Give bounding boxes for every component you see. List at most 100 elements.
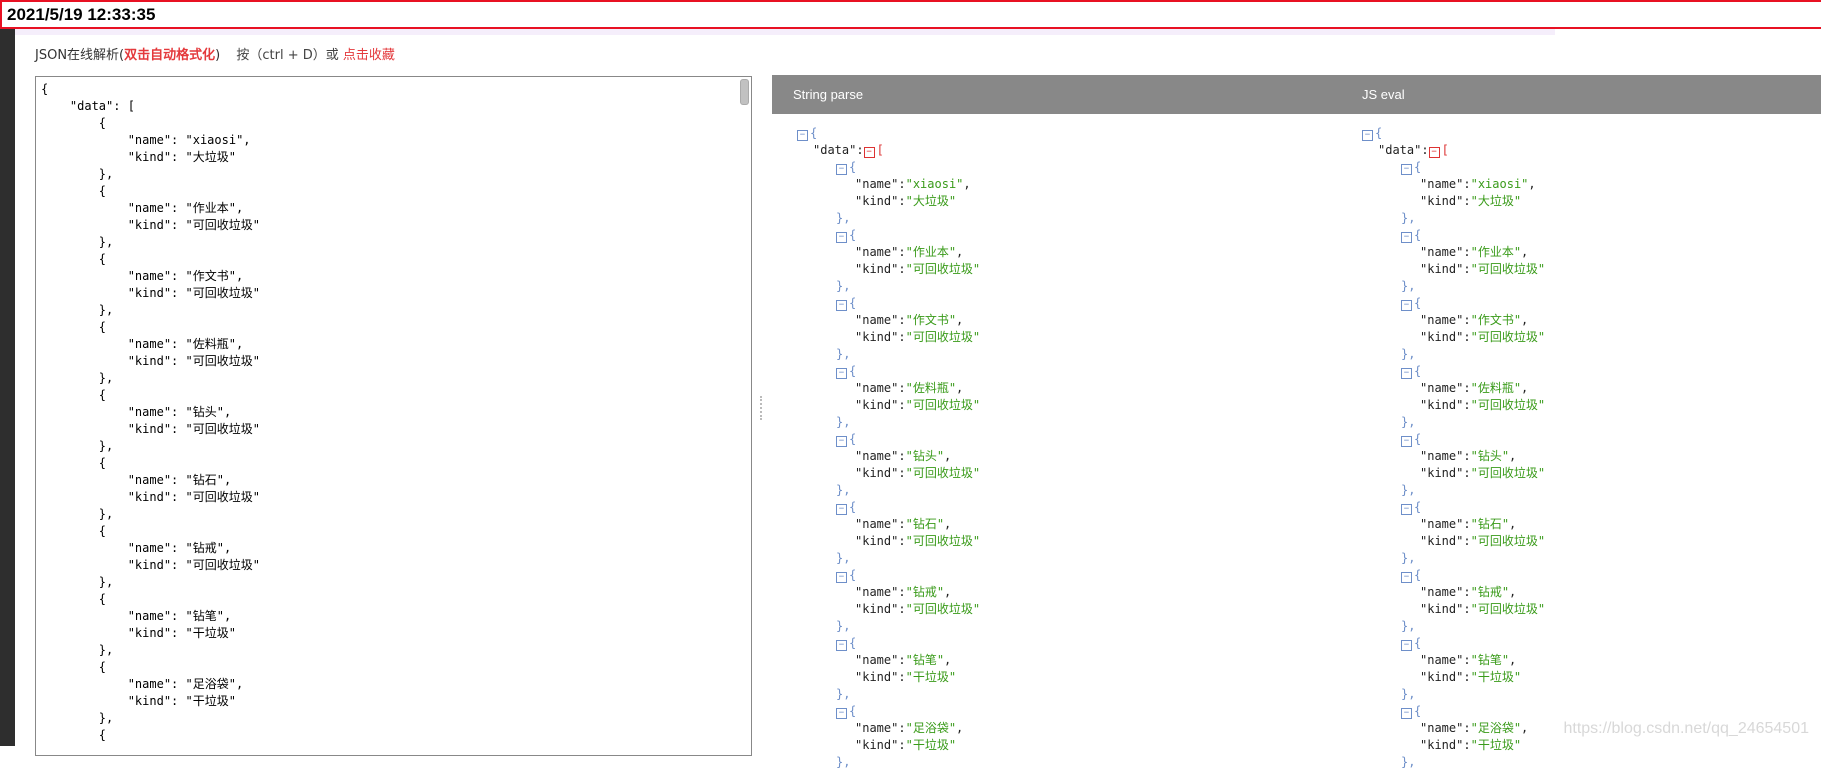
bookmark-link[interactable]: 点击收藏 xyxy=(343,48,395,63)
tree-name-value: "钻戒" xyxy=(905,585,945,599)
tree-kind-row: "kind":"可回收垃圾" xyxy=(1420,398,1546,412)
tree-kind-value: "可回收垃圾" xyxy=(1470,262,1546,276)
tree-kind-row: "kind":"可回收垃圾" xyxy=(1420,262,1546,276)
tree-kind-value: "可回收垃圾" xyxy=(1470,534,1546,548)
tree-item-close: }, xyxy=(836,211,851,225)
string-parse-tree: −{"data": −[−{"name":"xiaosi", "kind":"大垃圾… xyxy=(797,125,980,771)
tree-kind-row: "kind":"可回收垃圾" xyxy=(855,398,981,412)
tree-name-value: "钻头" xyxy=(905,449,945,463)
tree-item-open: −{ xyxy=(1362,703,1545,720)
tree-name-value: "xiaosi" xyxy=(905,177,964,191)
tree-name-row: "name":"xiaosi", xyxy=(1420,177,1536,191)
tree-item-close: }, xyxy=(836,483,851,497)
collapse-icon[interactable]: − xyxy=(1401,640,1412,651)
collapse-icon[interactable]: − xyxy=(836,232,847,243)
json-input-text[interactable]: { "data": [ { "name": "xiaosi", "kind": … xyxy=(36,77,751,744)
tree-name-row: "name":"足浴袋", xyxy=(855,721,964,735)
collapse-icon[interactable]: − xyxy=(797,130,808,141)
editor-scrollbar[interactable] xyxy=(740,79,749,105)
tree-item-close: }, xyxy=(1401,619,1416,633)
tree-name-value: "佐料瓶" xyxy=(905,381,957,395)
tree-kind-value: "干垃圾" xyxy=(1470,670,1522,684)
top-stripe xyxy=(15,29,1555,35)
tree-kind-value: "可回收垃圾" xyxy=(905,330,981,344)
tree-name-value: "钻笔" xyxy=(1470,653,1510,667)
collapse-icon[interactable]: − xyxy=(1401,300,1412,311)
tree-kind-value: "干垃圾" xyxy=(905,670,957,684)
tree-kind-row: "kind":"可回收垃圾" xyxy=(1420,534,1546,548)
tree-kind-row: "kind":"可回收垃圾" xyxy=(1420,330,1546,344)
collapse-icon[interactable]: − xyxy=(1401,708,1412,719)
collapse-icon[interactable]: − xyxy=(1428,147,1440,158)
tab-js-eval[interactable]: JS eval xyxy=(1362,75,1405,114)
collapse-icon[interactable]: − xyxy=(836,300,847,311)
tree-kind-value: "可回收垃圾" xyxy=(905,262,981,276)
collapse-icon[interactable]: − xyxy=(863,147,875,158)
tree-item-close: }, xyxy=(836,619,851,633)
collapse-icon[interactable]: − xyxy=(836,164,847,175)
tree-item-open: −{ xyxy=(1362,227,1545,244)
collapse-icon[interactable]: − xyxy=(836,436,847,447)
collapse-icon[interactable]: − xyxy=(836,640,847,651)
left-sidebar-strip xyxy=(0,29,15,746)
tree-item-open: −{ xyxy=(797,363,980,380)
collapse-icon[interactable]: − xyxy=(836,708,847,719)
results-panel: String parse JS eval −{"data": −[−{"name"… xyxy=(772,75,1821,769)
tree-item-open: −{ xyxy=(797,295,980,312)
tree-name-row: "name":"钻笔", xyxy=(1420,653,1517,667)
watermark: https://blog.csdn.net/qq_24654501 xyxy=(1563,720,1809,737)
tree-kind-row: "kind":"可回收垃圾" xyxy=(855,466,981,480)
toolbar-title: JSON在线解析( xyxy=(35,48,125,63)
tree-item-open: −{ xyxy=(797,703,980,720)
tree-kind-value: "干垃圾" xyxy=(905,738,957,752)
tree-name-row: "name":"xiaosi", xyxy=(855,177,971,191)
tree-name-value: "钻石" xyxy=(1470,517,1510,531)
tree-name-row: "name":"作文书", xyxy=(855,313,964,327)
tree-item-open: −{ xyxy=(1362,499,1545,516)
tree-name-row: "name":"作文书", xyxy=(1420,313,1529,327)
shortcut-hint: 按（ctrl + D）或 xyxy=(236,48,343,63)
tree-item-close: }, xyxy=(1401,551,1416,565)
tree-item-close: }, xyxy=(1401,211,1416,225)
tree-kind-value: "可回收垃圾" xyxy=(905,466,981,480)
tree-data-row: "data": −[ xyxy=(1378,143,1449,158)
datetime-bar: 2021/5/19 12:33:35 xyxy=(0,0,1821,29)
tree-kind-row: "kind":"干垃圾" xyxy=(1420,670,1522,684)
tree-key: "data" xyxy=(813,143,857,157)
tree-name-row: "name":"钻石", xyxy=(1420,517,1517,531)
tree-item-open: −{ xyxy=(1362,635,1545,652)
tree-kind-value: "可回收垃圾" xyxy=(1470,330,1546,344)
collapse-icon[interactable]: − xyxy=(1401,232,1412,243)
tree-name-value: "作业本" xyxy=(905,245,957,259)
tree-name-row: "name":"足浴袋", xyxy=(1420,721,1529,735)
tree-data-row: "data": −[ xyxy=(813,143,884,158)
collapse-icon[interactable]: − xyxy=(1401,164,1412,175)
tree-name-row: "name":"钻戒", xyxy=(1420,585,1517,599)
pane-splitter-handle[interactable] xyxy=(760,396,766,420)
json-input-editor[interactable]: { "data": [ { "name": "xiaosi", "kind": … xyxy=(35,76,752,756)
tab-string-parse[interactable]: String parse xyxy=(793,75,863,114)
tree-item-open: −{ xyxy=(1362,431,1545,448)
tree-kind-value: "干垃圾" xyxy=(1470,738,1522,752)
tree-name-value: "钻石" xyxy=(905,517,945,531)
tree-kind-value: "可回收垃圾" xyxy=(1470,398,1546,412)
tree-key: "data" xyxy=(1378,143,1422,157)
tree-kind-row: "kind":"可回收垃圾" xyxy=(855,262,981,276)
results-header: String parse JS eval xyxy=(772,75,1821,114)
tree-name-row: "name":"作业本", xyxy=(855,245,964,259)
collapse-icon[interactable]: − xyxy=(1401,368,1412,379)
collapse-icon[interactable]: − xyxy=(1401,504,1412,515)
collapse-icon[interactable]: − xyxy=(836,572,847,583)
tree-name-row: "name":"钻石", xyxy=(855,517,952,531)
collapse-icon[interactable]: − xyxy=(836,368,847,379)
tree-name-row: "name":"钻头", xyxy=(1420,449,1517,463)
collapse-icon[interactable]: − xyxy=(1362,130,1373,141)
collapse-icon[interactable]: − xyxy=(1401,572,1412,583)
tree-name-value: "钻戒" xyxy=(1470,585,1510,599)
tree-kind-value: "可回收垃圾" xyxy=(1470,466,1546,480)
collapse-icon[interactable]: − xyxy=(836,504,847,515)
collapse-icon[interactable]: − xyxy=(1401,436,1412,447)
tree-root-row: −{ xyxy=(1362,125,1545,142)
tree-item-open: −{ xyxy=(1362,295,1545,312)
tree-name-row: "name":"佐料瓶", xyxy=(855,381,964,395)
